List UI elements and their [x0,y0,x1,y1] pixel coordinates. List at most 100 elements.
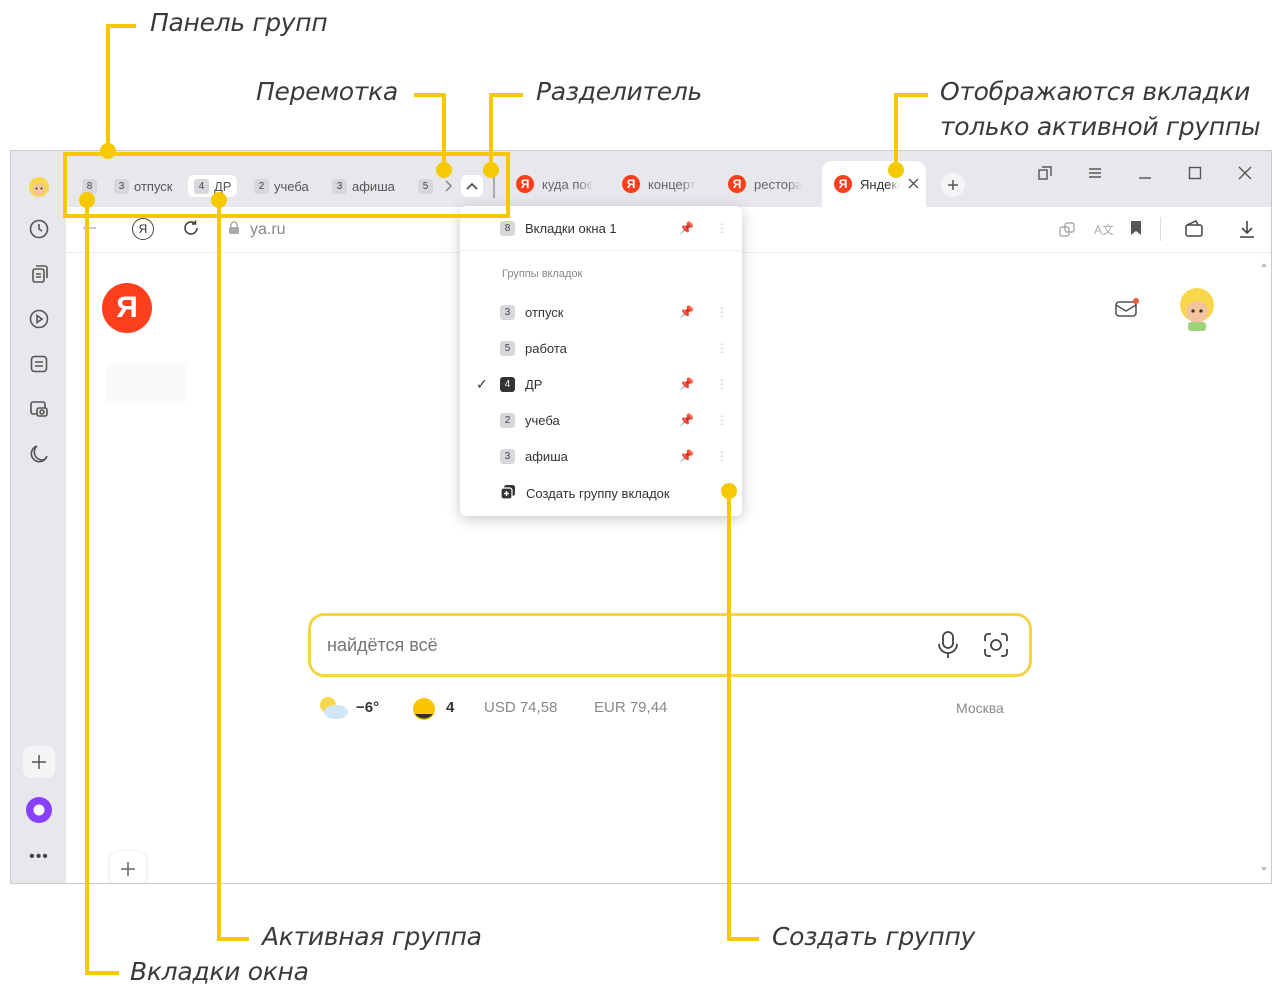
menu-label: Вкладки окна 1 [525,220,617,236]
callout-line [727,937,759,941]
bookmark-icon[interactable] [1130,220,1142,241]
tab-title: Яндекс [860,176,904,192]
notes-icon[interactable] [23,348,55,380]
more-vertical-icon[interactable]: ⋮ [716,413,728,427]
tab[interactable]: Я концерт [610,161,714,207]
more-vertical-icon[interactable]: ⋮ [716,341,728,355]
weather-temperature[interactable]: −6° [356,699,379,716]
menu-group-ucheba[interactable]: 2 учеба 📌 ⋮ [500,407,728,433]
pin-icon[interactable]: 📌 [679,449,694,463]
tab-active[interactable]: Я Яндекс [822,161,926,207]
traffic-score[interactable]: 4 [446,699,454,716]
menu-hamburger-icon[interactable] [1080,161,1110,185]
annotation-create-group: Создать группу [772,922,975,951]
callout-line [506,152,510,218]
callout-line [442,93,446,168]
new-tab-plus-icon[interactable] [941,173,965,197]
yandex-logo[interactable]: Я [102,283,152,333]
tabs-panel-icon[interactable] [1030,161,1060,185]
more-icon[interactable]: ••• [23,841,55,873]
screenshot-icon[interactable] [23,393,55,425]
eur-rate[interactable]: EUR 79,44 [594,699,667,716]
tab-title: концерт [648,176,696,192]
group-count: 4 [194,178,209,194]
group-count: 3 [332,178,347,194]
menu-label: Создать группу вкладок [526,485,670,501]
checkmark-icon: ✓ [476,375,488,392]
mail-icon[interactable] [1114,297,1140,324]
create-group-icon [500,484,516,503]
yandex-home-icon[interactable]: Я [132,218,154,240]
tab[interactable]: Я куда пое [504,161,608,207]
more-vertical-icon[interactable]: ⋮ [716,305,728,319]
night-mode-icon[interactable] [23,438,55,470]
maximize-icon[interactable] [1180,161,1210,185]
reload-icon[interactable] [182,219,200,242]
profile-avatar[interactable] [23,171,55,203]
create-tab-group-button[interactable]: Создать группу вкладок [500,480,728,506]
minimize-icon[interactable] [1130,161,1160,185]
menu-group-otpusk[interactable]: 3 отпуск 📌 ⋮ [500,299,728,325]
callout-dot [888,162,904,178]
download-icon[interactable] [1238,219,1256,244]
tab[interactable]: Я рестора [716,161,820,207]
menu-group-rabota[interactable]: 5 работа ⋮ [500,335,728,361]
add-sidebar-icon[interactable] [23,746,55,778]
more-vertical-icon[interactable]: ⋮ [716,449,728,463]
menu-group-dr-active[interactable]: ✓ 4 ДР 📌 ⋮ [476,371,728,397]
scroll-right-icon[interactable] [439,177,457,195]
collections-icon[interactable] [23,258,55,290]
group-label: афиша [352,178,395,194]
close-window-icon[interactable] [1230,161,1260,185]
tab-strip: 8 3 отпуск 4 ДР 2 учеба 3 афиша 5 Я куда… [66,151,1271,207]
alice-icon[interactable] [23,794,55,826]
callout-line [85,971,119,975]
video-icon[interactable] [23,303,55,335]
callout-line [894,93,928,97]
toolbar-divider [1160,217,1161,241]
callout-line [727,491,731,941]
callout-dot [79,192,95,208]
traffic-icon[interactable] [411,696,437,726]
group-chip-afisha[interactable]: 3 афиша [326,175,401,197]
callout-line [489,93,523,97]
wallet-icon[interactable] [1184,219,1204,244]
user-avatar[interactable] [1176,285,1218,338]
yandex-favicon-icon: Я [834,175,852,193]
scrollbar[interactable] [1259,257,1269,877]
group-chip-ucheba[interactable]: 2 учеба [248,175,315,197]
pin-icon[interactable]: 📌 [679,305,694,319]
search-input[interactable] [327,628,907,662]
address-bar[interactable]: ya.ru [228,217,318,243]
menu-window-tabs[interactable]: 8 Вкладки окна 1 📌 ⋮ [500,215,728,241]
annotation-divider: Разделитель [536,77,702,106]
pin-icon[interactable]: 📌 [679,221,694,235]
weather-cloud-icon[interactable] [316,695,350,725]
menu-count: 3 [500,304,515,320]
more-vertical-icon[interactable]: ⋮ [716,221,728,235]
city-name[interactable]: Москва [956,700,1004,716]
history-icon[interactable] [23,213,55,245]
extension-icon[interactable] [1058,221,1076,244]
groups-menu-chevron-up-icon[interactable] [461,175,483,197]
search-box[interactable] [308,613,1032,677]
callout-dot [483,162,499,178]
more-vertical-icon[interactable]: ⋮ [716,377,728,391]
pin-icon[interactable]: 📌 [679,413,694,427]
translate-icon[interactable]: A文 [1094,221,1114,238]
callout-dot [211,192,227,208]
menu-label: учеба [525,412,560,428]
annotation-active-group-tabs-2: только активной группы [940,112,1261,141]
microphone-icon[interactable] [937,630,959,665]
group-chip-otpusk[interactable]: 3 отпуск [108,175,178,197]
scroll-down-icon[interactable] [1259,861,1269,879]
add-widget-button[interactable] [110,851,146,883]
menu-group-afisha[interactable]: 3 афиша 📌 ⋮ [500,443,728,469]
pin-icon[interactable]: 📌 [679,377,694,391]
camera-search-icon[interactable] [981,631,1011,664]
close-tab-icon[interactable] [908,177,919,192]
group-chip-partial[interactable]: 5 [412,175,439,197]
callout-line [63,152,67,218]
yandex-favicon-icon: Я [516,175,534,193]
usd-rate[interactable]: USD 74,58 [484,699,557,716]
